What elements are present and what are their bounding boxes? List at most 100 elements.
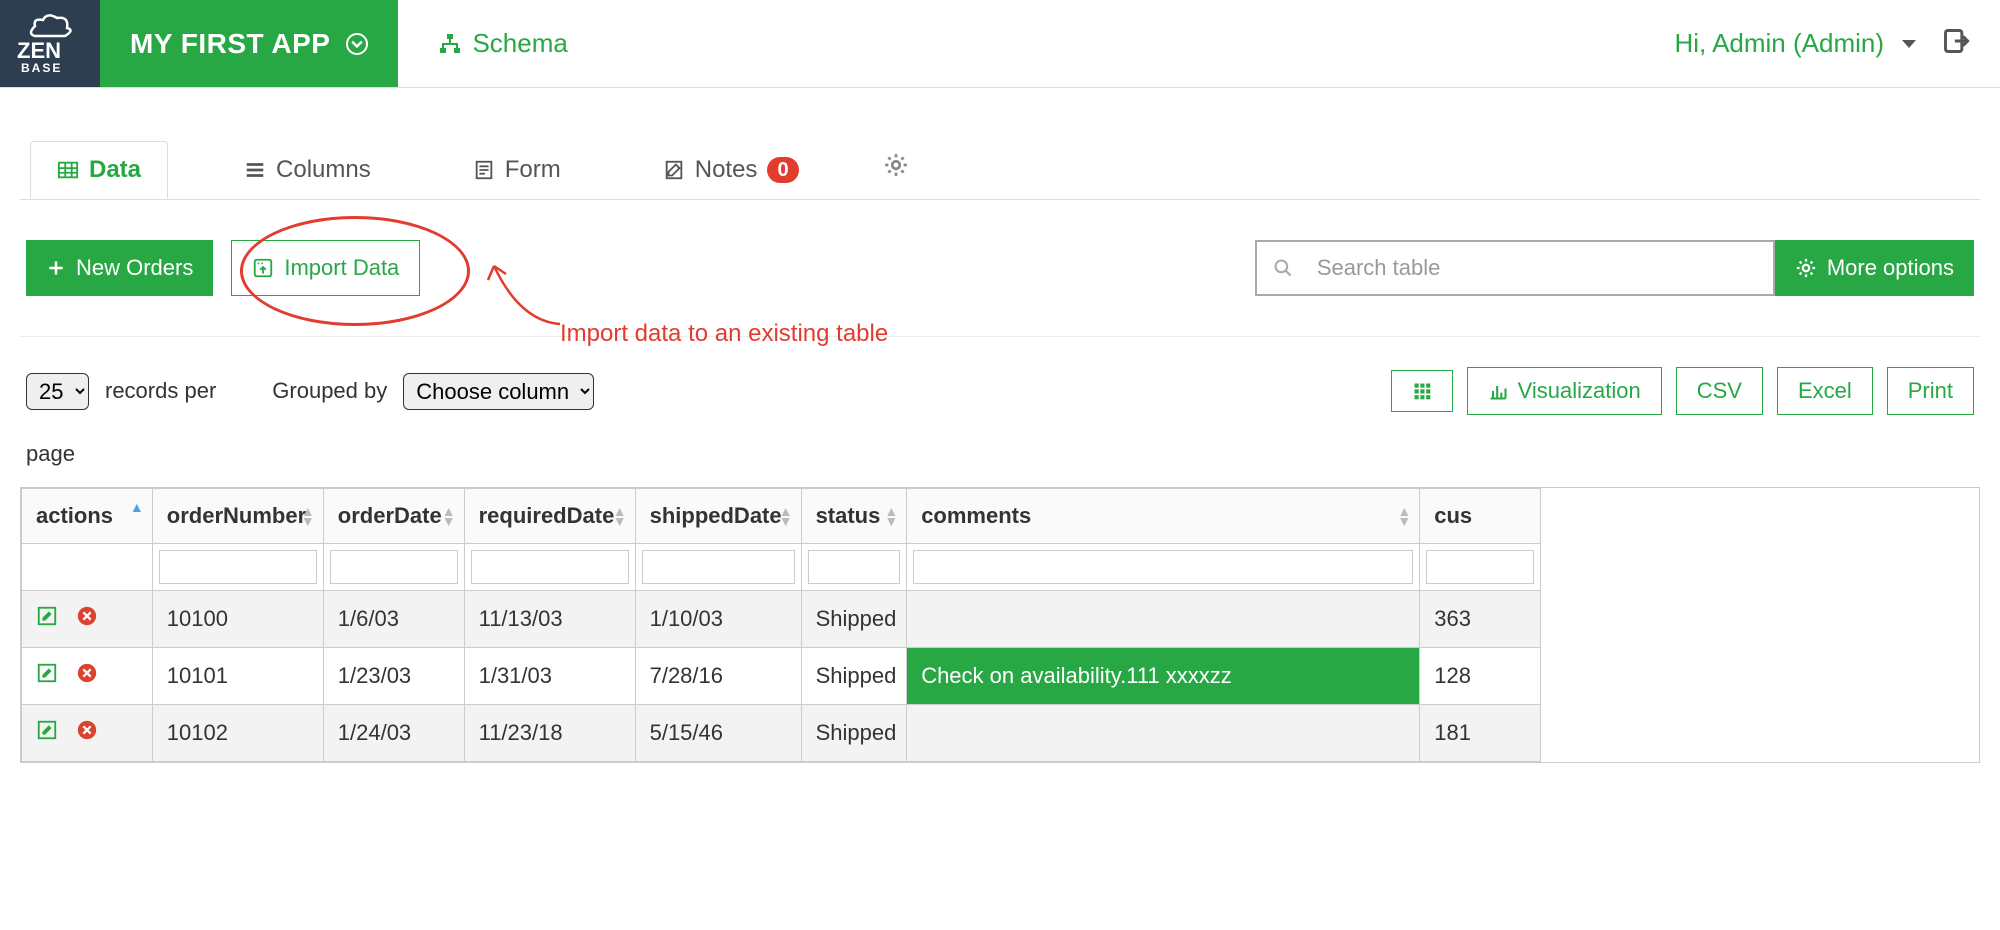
cell-orderNumber: 10102 (152, 705, 323, 762)
cell-requiredDate: 1/31/03 (464, 648, 635, 705)
delete-row-icon[interactable] (76, 605, 98, 633)
tab-settings[interactable] (875, 138, 917, 199)
cell-requiredDate: 11/13/03 (464, 591, 635, 648)
col-orderNumber[interactable]: orderNumber▲▼ (152, 489, 323, 544)
csv-label: CSV (1697, 378, 1742, 404)
filter-orderDate[interactable] (330, 550, 458, 584)
filter-status[interactable] (808, 550, 901, 584)
visualization-button[interactable]: Visualization (1467, 367, 1662, 415)
cell-shippedDate: 1/10/03 (635, 591, 801, 648)
chart-icon (1488, 381, 1508, 401)
caret-down-icon (1900, 37, 1918, 51)
list-icon (244, 159, 266, 181)
data-table-wrap: actions▲ orderNumber▲▼ orderDate▲▼ requi… (20, 487, 1980, 763)
delete-row-icon[interactable] (76, 662, 98, 690)
controls-row: 25 records per Grouped by Choose column … (20, 367, 1980, 415)
cell-requiredDate: 11/23/18 (464, 705, 635, 762)
table-row: 101021/24/0311/23/185/15/46Shipped181 (22, 705, 1541, 762)
col-customerNumber[interactable]: cus (1420, 489, 1541, 544)
cell-status: Shipped (801, 648, 907, 705)
form-icon (473, 159, 495, 181)
col-status[interactable]: status▲▼ (801, 489, 907, 544)
delete-row-icon[interactable] (76, 719, 98, 747)
edit-row-icon[interactable] (36, 605, 58, 633)
print-label: Print (1908, 378, 1953, 404)
logout-icon[interactable] (1942, 27, 1970, 61)
cell-orderDate: 1/23/03 (323, 648, 464, 705)
nav-right: Hi, Admin (Admin) (1675, 0, 2000, 87)
cell-status: Shipped (801, 591, 907, 648)
tab-columns[interactable]: Columns (218, 142, 397, 198)
top-nav: ZEN BASE MY FIRST APP Schema Hi, Admin (… (0, 0, 2000, 88)
chevron-down-icon (346, 33, 368, 55)
grid-icon (1412, 381, 1432, 401)
excel-label: Excel (1798, 378, 1852, 404)
tab-data[interactable]: Data (30, 141, 168, 199)
app-name-label: MY FIRST APP (130, 28, 330, 60)
filter-orderNumber[interactable] (159, 550, 317, 584)
sort-icon: ▲▼ (1397, 506, 1411, 526)
page-label: page (20, 441, 1980, 467)
col-shippedDate[interactable]: shippedDate▲▼ (635, 489, 801, 544)
filter-requiredDate[interactable] (471, 550, 629, 584)
tab-notes-label: Notes (695, 156, 758, 184)
svg-text:ZEN: ZEN (17, 38, 61, 63)
controls-right: Visualization CSV Excel Print (1391, 367, 1974, 415)
search-input[interactable] (1317, 255, 1757, 281)
csv-button[interactable]: CSV (1676, 367, 1763, 415)
sort-icon: ▲▼ (301, 506, 315, 526)
page-size-select[interactable]: 25 (26, 373, 89, 410)
grid-view-button[interactable] (1391, 370, 1453, 412)
annotation-arrow-icon (480, 246, 570, 336)
excel-button[interactable]: Excel (1777, 367, 1873, 415)
edit-icon (663, 159, 685, 181)
tab-form-label: Form (505, 156, 561, 184)
sort-icon: ▲▼ (442, 506, 456, 526)
cell-orderNumber: 10101 (152, 648, 323, 705)
edit-row-icon[interactable] (36, 719, 58, 747)
search-box[interactable] (1255, 240, 1775, 296)
filter-customerNumber[interactable] (1426, 550, 1534, 584)
cell-shippedDate: 7/28/16 (635, 648, 801, 705)
cell-shippedDate: 5/15/46 (635, 705, 801, 762)
new-orders-button[interactable]: New Orders (26, 240, 213, 296)
app-selector-dropdown[interactable]: MY FIRST APP (100, 0, 398, 87)
user-menu[interactable]: Hi, Admin (Admin) (1675, 28, 1919, 59)
data-table: actions▲ orderNumber▲▼ orderDate▲▼ requi… (21, 488, 1541, 762)
col-comments[interactable]: comments▲▼ (907, 489, 1420, 544)
toolbar-right: More options (1255, 240, 1974, 296)
controls-left: 25 records per Grouped by Choose column (26, 373, 594, 410)
filter-comments[interactable] (913, 550, 1413, 584)
col-actions[interactable]: actions▲ (22, 489, 153, 544)
cell-actions (22, 591, 153, 648)
tab-notes[interactable]: Notes 0 (637, 142, 825, 198)
zenbase-logo-icon: ZEN BASE (15, 14, 85, 74)
col-requiredDate[interactable]: requiredDate▲▼ (464, 489, 635, 544)
svg-text:BASE: BASE (21, 61, 62, 74)
print-button[interactable]: Print (1887, 367, 1974, 415)
col-orderDate[interactable]: orderDate▲▼ (323, 489, 464, 544)
cell-comments (907, 705, 1420, 762)
schema-link[interactable]: Schema (438, 28, 567, 59)
filter-shippedDate[interactable] (642, 550, 795, 584)
sort-icon: ▲▼ (779, 506, 793, 526)
import-data-button[interactable]: Import Data (231, 240, 420, 296)
sort-asc-icon: ▲ (130, 499, 144, 515)
more-options-button[interactable]: More options (1775, 240, 1974, 296)
sort-icon: ▲▼ (884, 506, 898, 526)
cell-status: Shipped (801, 705, 907, 762)
grouped-by-select[interactable]: Choose column (403, 373, 594, 410)
records-per-label: records per (105, 378, 216, 404)
cell-comments (907, 591, 1420, 648)
import-data-label: Import Data (284, 255, 399, 281)
tab-form[interactable]: Form (447, 142, 587, 198)
cell-comments: Check on availability.111 xxxxzz (907, 648, 1420, 705)
table-icon (57, 159, 79, 181)
edit-row-icon[interactable] (36, 662, 58, 690)
logo[interactable]: ZEN BASE (0, 0, 100, 87)
toolbar: New Orders Import Data More options Impo… (20, 240, 1980, 337)
cell-actions (22, 705, 153, 762)
sitemap-icon (438, 32, 462, 56)
import-icon (252, 257, 274, 279)
sort-icon: ▲▼ (613, 506, 627, 526)
